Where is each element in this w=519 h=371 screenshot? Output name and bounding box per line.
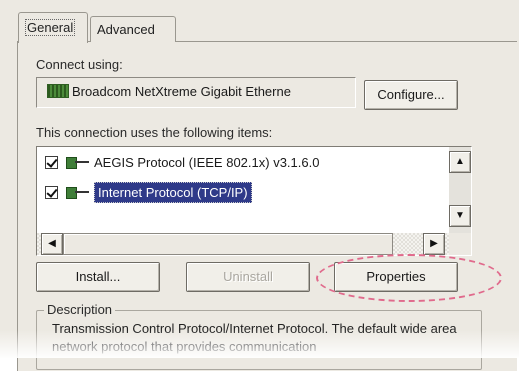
adapter-name: Broadcom NetXtreme Gigabit Etherne xyxy=(72,84,291,99)
scroll-right-icon[interactable]: ▶ xyxy=(423,233,445,255)
tab-strip: General Advanced xyxy=(16,12,516,43)
components-listbox[interactable]: AEGIS Protocol (IEEE 802.1x) v3.1.6.0 In… xyxy=(36,146,472,256)
scroll-down-icon[interactable]: ▼ xyxy=(449,205,471,227)
description-text: Transmission Control Protocol/Internet P… xyxy=(52,321,457,354)
tab-advanced-label: Advanced xyxy=(97,22,155,37)
configure-button[interactable]: Configure... xyxy=(364,80,458,110)
items-label: This connection uses the following items… xyxy=(36,125,273,140)
scroll-left-icon[interactable]: ◀ xyxy=(41,233,63,255)
list-item-label: AEGIS Protocol (IEEE 802.1x) v3.1.6.0 xyxy=(94,155,320,170)
horizontal-scrollbar[interactable]: ◀ ▶ xyxy=(37,233,449,255)
network-component-icon xyxy=(66,185,90,199)
scrollbar-corner xyxy=(449,233,471,255)
item-checkbox[interactable] xyxy=(45,156,58,169)
tab-general-label: General xyxy=(25,19,76,36)
scroll-up-icon[interactable]: ▲ xyxy=(449,151,471,173)
install-button[interactable]: Install... xyxy=(36,262,160,292)
network-adapter-icon xyxy=(47,84,69,98)
item-checkbox[interactable] xyxy=(45,186,58,199)
connect-using-label: Connect using: xyxy=(36,57,123,72)
list-item[interactable]: AEGIS Protocol (IEEE 802.1x) v3.1.6.0 xyxy=(45,155,319,179)
list-item[interactable]: Internet Protocol (TCP/IP) xyxy=(45,182,252,209)
highlight-annotation xyxy=(316,254,502,302)
connection-properties-dialog: General Advanced Connect using: Broadcom… xyxy=(0,0,519,371)
adapter-display: Broadcom NetXtreme Gigabit Etherne xyxy=(36,77,356,108)
uninstall-button[interactable]: Uninstall xyxy=(186,262,310,292)
tab-advanced[interactable]: Advanced xyxy=(90,16,176,42)
description-legend: Description xyxy=(44,302,116,317)
tab-general[interactable]: General xyxy=(18,12,88,43)
network-component-icon xyxy=(66,155,90,169)
list-item-label: Internet Protocol (TCP/IP) xyxy=(94,182,252,203)
horizontal-scroll-thumb[interactable] xyxy=(63,233,393,255)
vertical-scrollbar[interactable]: ▲ ▼ xyxy=(449,147,471,233)
